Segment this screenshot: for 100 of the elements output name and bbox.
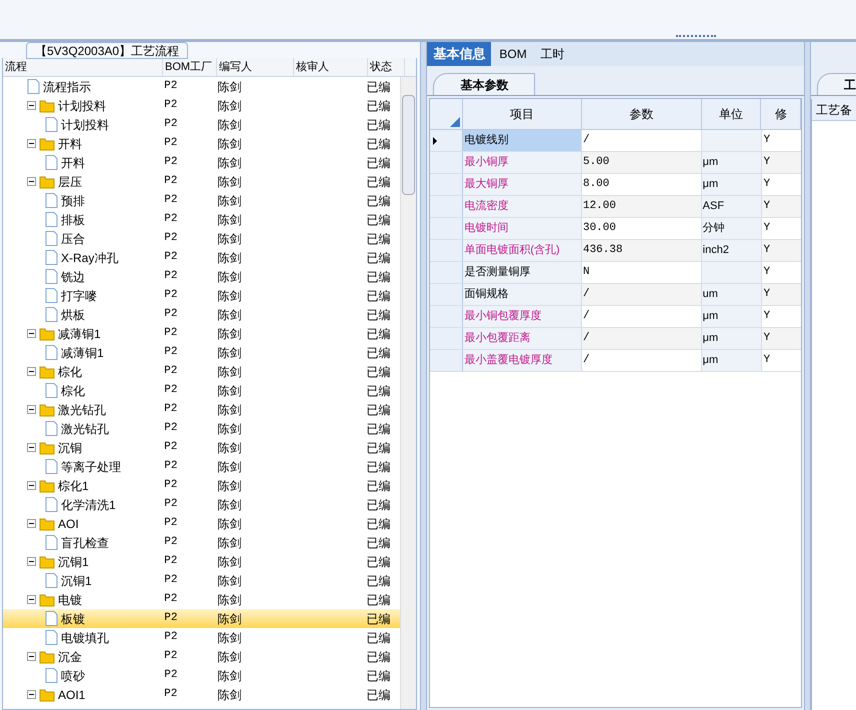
table-cell-text: P2 xyxy=(163,231,178,246)
column-header: 编写人 xyxy=(217,58,294,76)
table-cell-text: P2 xyxy=(163,497,178,512)
collapse-icon[interactable] xyxy=(27,652,36,661)
table-cell-text: 陈剑 xyxy=(216,364,242,380)
document-icon xyxy=(45,155,58,170)
table-cell: 分钟 xyxy=(702,218,762,239)
table-cell: ASF xyxy=(702,196,762,217)
tree-row[interactable]: 沉铜1 P2 陈剑 已编 xyxy=(3,552,400,571)
tree-row[interactable]: 沉铜 P2 陈剑 已编 xyxy=(3,438,400,457)
table-cell-text: 已编 xyxy=(365,98,392,114)
tree-row[interactable]: 计划投料 P2 陈剑 已编 xyxy=(3,115,400,134)
collapse-icon[interactable] xyxy=(27,557,36,566)
tree-row[interactable]: 层压 P2 陈剑 已编 xyxy=(3,172,400,191)
scrollbar[interactable] xyxy=(400,77,416,709)
tree-row[interactable]: 棕化 P2 陈剑 已编 xyxy=(3,362,400,381)
table-cell-text: 已编 xyxy=(365,250,392,266)
table-cell-text: P2 xyxy=(163,516,178,532)
splitter-grip-icon[interactable] xyxy=(676,35,716,38)
tree-row[interactable]: 减薄铜1 P2 陈剑 已编 xyxy=(3,343,400,362)
tab[interactable]: BOM xyxy=(493,42,533,66)
tree-row[interactable]: 计划投料 P2 陈剑 已编 xyxy=(3,96,400,115)
table-cell-text: P2 xyxy=(163,668,178,684)
table-cell-text: 已编 xyxy=(365,212,392,228)
tree-row[interactable]: AOI P2 陈剑 已编 xyxy=(3,514,400,533)
table-cell-text: 已编 xyxy=(365,478,392,494)
table-cell-text: 已编 xyxy=(365,458,392,476)
tree-item-label: 沉铜1 xyxy=(61,572,92,590)
tree-row[interactable]: 电镀填孔 P2 陈剑 已编 xyxy=(3,628,400,647)
collapse-icon[interactable] xyxy=(27,481,36,490)
folder-icon xyxy=(39,326,55,340)
document-icon xyxy=(27,79,40,94)
column-header: 修 xyxy=(761,99,802,129)
tree-item-label: 棕化1 xyxy=(58,478,89,494)
tree-row[interactable]: 板镀 P2 陈剑 已编 xyxy=(3,609,400,628)
tree-row[interactable]: AOI1 P2 陈剑 已编 xyxy=(3,685,400,704)
table-cell-text: Y xyxy=(762,331,772,346)
tab[interactable]: 工 xyxy=(817,73,856,95)
tree-row[interactable]: 喷砂 P2 陈剑 已编 xyxy=(3,666,400,685)
tab[interactable]: 工时 xyxy=(534,42,571,66)
table-cell-text: P2 xyxy=(163,79,178,94)
collapse-icon[interactable] xyxy=(27,595,36,604)
tree-item-label: 计划投料 xyxy=(61,116,109,134)
collapse-icon[interactable] xyxy=(27,101,36,110)
tree-row[interactable]: 铣边 P2 陈剑 已编 xyxy=(3,267,400,286)
tree-row[interactable]: 激光钻孔 P2 陈剑 已编 xyxy=(3,400,400,419)
table-cell-text: P2 xyxy=(163,345,178,360)
tree-row[interactable]: 开料 P2 陈剑 已编 xyxy=(3,153,400,172)
collapse-icon[interactable] xyxy=(27,405,36,414)
collapse-icon[interactable] xyxy=(27,519,36,528)
tree-item-label: 电镀填孔 xyxy=(61,630,109,646)
collapse-icon[interactable] xyxy=(27,139,36,148)
tree-row[interactable]: 沉金 P2 陈剑 已编 xyxy=(3,647,400,666)
tab[interactable]: 基本信息 xyxy=(427,42,492,66)
tree-row[interactable]: 激光钻孔 P2 陈剑 已编 xyxy=(3,419,400,438)
subtab[interactable]: 基本参数 xyxy=(433,73,536,95)
tree-row[interactable]: 烘板 P2 陈剑 已编 xyxy=(3,305,400,324)
tree-row[interactable]: 棕化1 P2 陈剑 已编 xyxy=(3,476,400,495)
document-icon xyxy=(45,421,58,436)
table-cell-text: 已编 xyxy=(365,382,392,400)
row-header[interactable] xyxy=(430,130,464,151)
tree-row[interactable]: 预排 P2 陈剑 已编 xyxy=(3,191,400,210)
table-cell-text: 陈剑 xyxy=(216,154,243,172)
collapse-icon[interactable] xyxy=(27,177,36,186)
tree-row[interactable]: 盲孔检查 P2 陈剑 已编 xyxy=(3,533,400,552)
tree-row[interactable]: 打字嘜 P2 陈剑 已编 xyxy=(3,286,400,305)
folder-icon xyxy=(39,174,55,188)
document-icon xyxy=(45,193,58,208)
table-cell-text: 陈剑 xyxy=(216,686,242,704)
tree-row[interactable]: X-Ray冲孔 P2 陈剑 已编 xyxy=(3,248,400,267)
tree-row[interactable]: 排板 P2 陈剑 已编 xyxy=(3,210,400,229)
document-icon xyxy=(45,345,58,360)
tree-item-label: 层压 xyxy=(58,174,82,190)
tree-item-label: 开料 xyxy=(58,136,82,152)
tree-row[interactable]: 开料 P2 陈剑 已编 xyxy=(3,134,400,153)
table-cell-text: 陈剑 xyxy=(216,402,242,418)
table-cell-text: 陈剑 xyxy=(216,516,242,532)
tree-row[interactable]: 压合 P2 陈剑 已编 xyxy=(3,229,400,248)
tree-item-label: 排板 xyxy=(61,212,85,228)
tree-row[interactable]: 减薄铜1 P2 陈剑 已编 xyxy=(3,324,400,343)
tree-row[interactable]: 等离子处理 P2 陈剑 已编 xyxy=(3,457,400,476)
tree-row[interactable]: 沉铜1 P2 陈剑 已编 xyxy=(3,571,400,590)
document-icon xyxy=(45,497,58,512)
collapse-icon[interactable] xyxy=(27,329,36,338)
table-cell: μm xyxy=(702,350,762,371)
table-cell-text: P2 xyxy=(163,136,178,152)
tree-row[interactable]: 棕化 P2 陈剑 已编 xyxy=(3,381,400,400)
table-cell: 是否测量铜厚 xyxy=(463,262,582,283)
collapse-icon[interactable] xyxy=(27,367,36,376)
table-cell-text: 已编 xyxy=(365,534,392,552)
tree-row[interactable]: 电镀 P2 陈剑 已编 xyxy=(3,590,400,609)
table-cell-text: P2 xyxy=(163,383,178,398)
table-cell-text: 陈剑 xyxy=(216,554,242,570)
tree-row[interactable]: 流程指示 P2 陈剑 已编 xyxy=(3,77,400,96)
collapse-icon[interactable] xyxy=(27,443,36,452)
table-cell-text: 陈剑 xyxy=(216,78,242,96)
table-cell-text: 已编 xyxy=(365,154,392,172)
tree-row[interactable]: 化学清洗1 P2 陈剑 已编 xyxy=(3,495,400,514)
table-cell-text: P2 xyxy=(163,649,178,664)
collapse-icon[interactable] xyxy=(27,690,36,699)
